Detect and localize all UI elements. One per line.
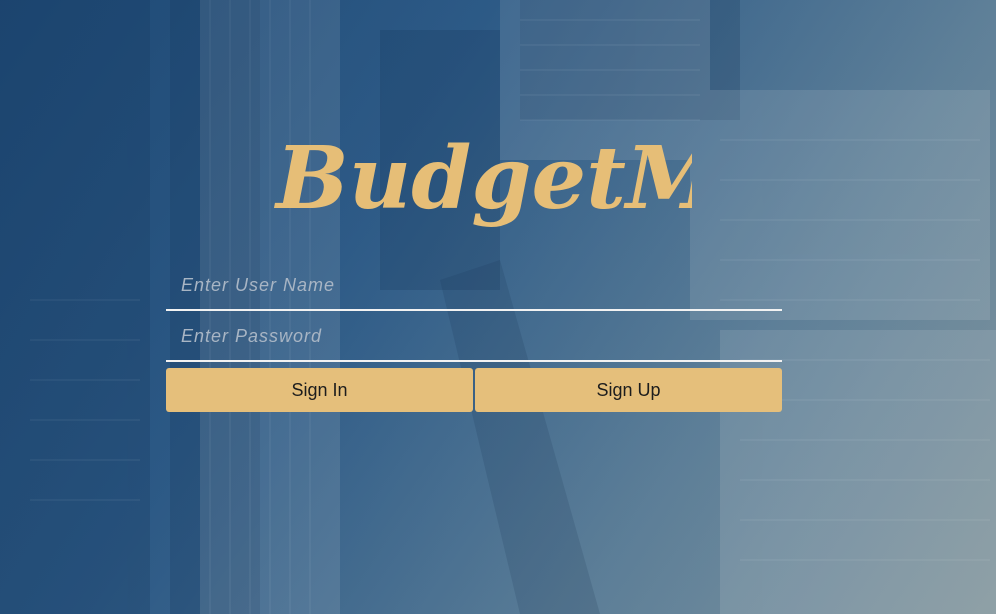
- sign-up-button[interactable]: Sign Up: [475, 368, 782, 412]
- sign-in-button[interactable]: Sign In: [166, 368, 473, 412]
- username-field: [166, 261, 782, 311]
- budgetme-logo: BudgetMe: [273, 128, 692, 229]
- username-input[interactable]: [166, 261, 782, 309]
- password-input[interactable]: [166, 312, 782, 360]
- password-field: [166, 312, 782, 362]
- logo-text: BudgetMe: [273, 128, 692, 229]
